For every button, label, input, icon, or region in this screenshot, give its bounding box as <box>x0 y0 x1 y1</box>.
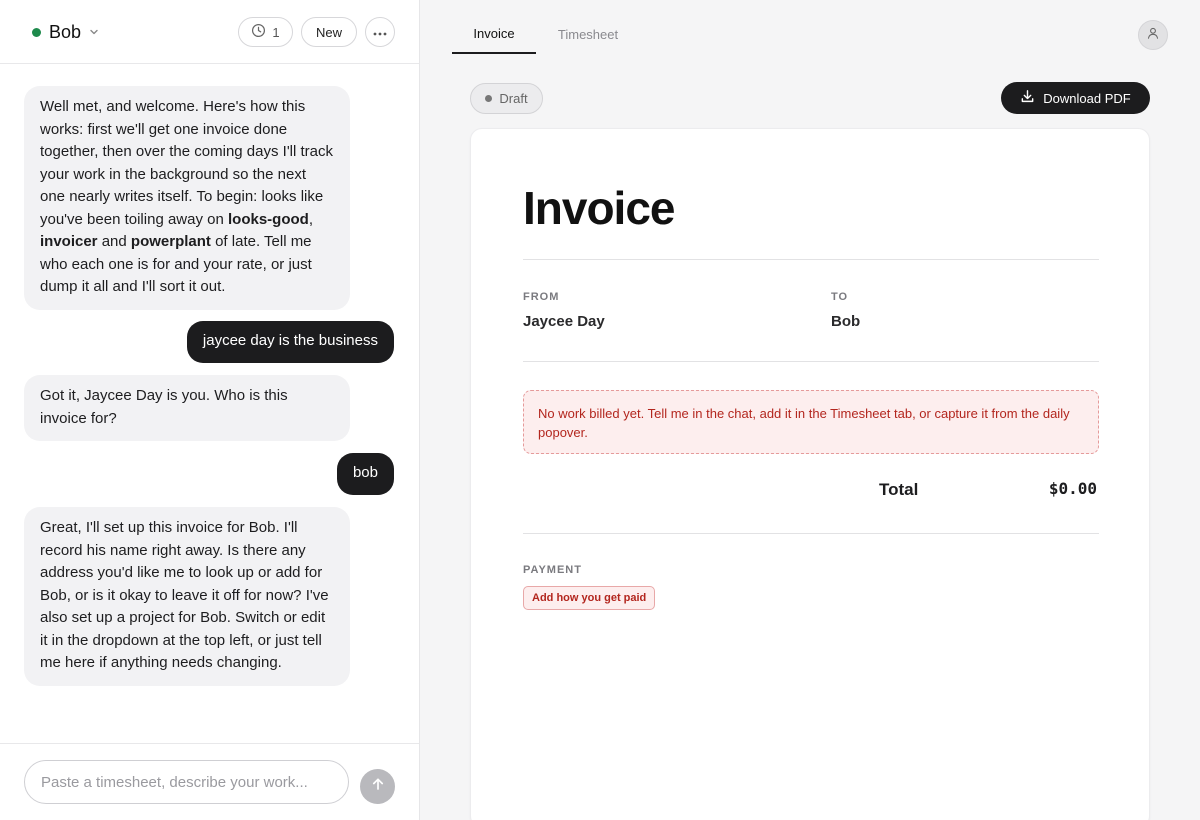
status-dot <box>32 27 41 37</box>
project-tag: looks-good <box>228 210 309 228</box>
message-text: and <box>97 233 131 250</box>
divider <box>523 259 1099 260</box>
download-label: Download PDF <box>1043 90 1131 106</box>
history-button[interactable]: 1 <box>238 17 293 47</box>
tab-timesheet[interactable]: Timesheet <box>546 14 630 54</box>
user-message: jaycee day is the business <box>186 321 394 363</box>
status-badge: Draft <box>470 83 543 114</box>
invoice-title: Invoice <box>523 182 676 234</box>
send-button[interactable] <box>360 769 395 804</box>
tab-invoice[interactable]: Invoice <box>452 14 536 54</box>
new-button[interactable]: New <box>301 17 357 47</box>
to-label: TO <box>831 291 849 303</box>
project-dropdown[interactable]: Bob <box>32 20 99 44</box>
clock-icon <box>251 23 266 41</box>
user-icon <box>1146 26 1160 45</box>
history-count: 1 <box>272 24 280 40</box>
download-pdf-button[interactable]: Download PDF <box>1001 82 1150 114</box>
total-label: Total <box>879 480 919 499</box>
draft-dot <box>485 95 493 102</box>
divider <box>523 533 1099 534</box>
assistant-message: Got it, Jaycee Day is you. Who is this i… <box>24 375 350 441</box>
document-pane: Invoice Timesheet Draft Download PDF Inv… <box>420 0 1200 820</box>
account-button[interactable] <box>1138 20 1168 50</box>
chat-pane: Bob 1 New Well met, and welcome. Here's … <box>0 0 420 820</box>
chat-input[interactable] <box>24 760 349 804</box>
total-value: $0.00 <box>1048 479 1097 498</box>
message-text: Well met, and welcome. Here's how this w… <box>40 98 334 228</box>
message-text: , <box>308 210 313 228</box>
arrow-up-icon <box>371 777 385 796</box>
invoice-document: Invoice FROM Jaycee Day TO Bob No work b… <box>470 128 1150 820</box>
more-icon <box>373 23 387 41</box>
download-icon <box>1020 89 1035 107</box>
from-value: Jaycee Day <box>523 313 605 330</box>
assistant-message: Great, I'll set up this invoice for Bob.… <box>24 507 350 686</box>
divider <box>523 361 1099 362</box>
no-work-warning: No work billed yet. Tell me in the chat,… <box>523 390 1099 454</box>
more-options-button[interactable] <box>365 17 395 47</box>
chevron-down-icon <box>89 27 99 37</box>
to-value: Bob <box>831 313 861 330</box>
chat-header: Bob 1 New <box>0 0 419 64</box>
project-tag: invoicer <box>40 233 98 250</box>
status-label: Draft <box>499 91 528 106</box>
assistant-message: Well met, and welcome. Here's how this w… <box>24 86 350 310</box>
project-tag: powerplant <box>130 233 211 250</box>
project-name: Bob <box>49 21 82 42</box>
add-payment-button[interactable]: Add how you get paid <box>523 586 656 610</box>
user-message: bob <box>336 453 394 495</box>
from-label: FROM <box>523 291 560 303</box>
payment-label: PAYMENT <box>523 564 582 576</box>
chat-composer <box>0 743 419 820</box>
